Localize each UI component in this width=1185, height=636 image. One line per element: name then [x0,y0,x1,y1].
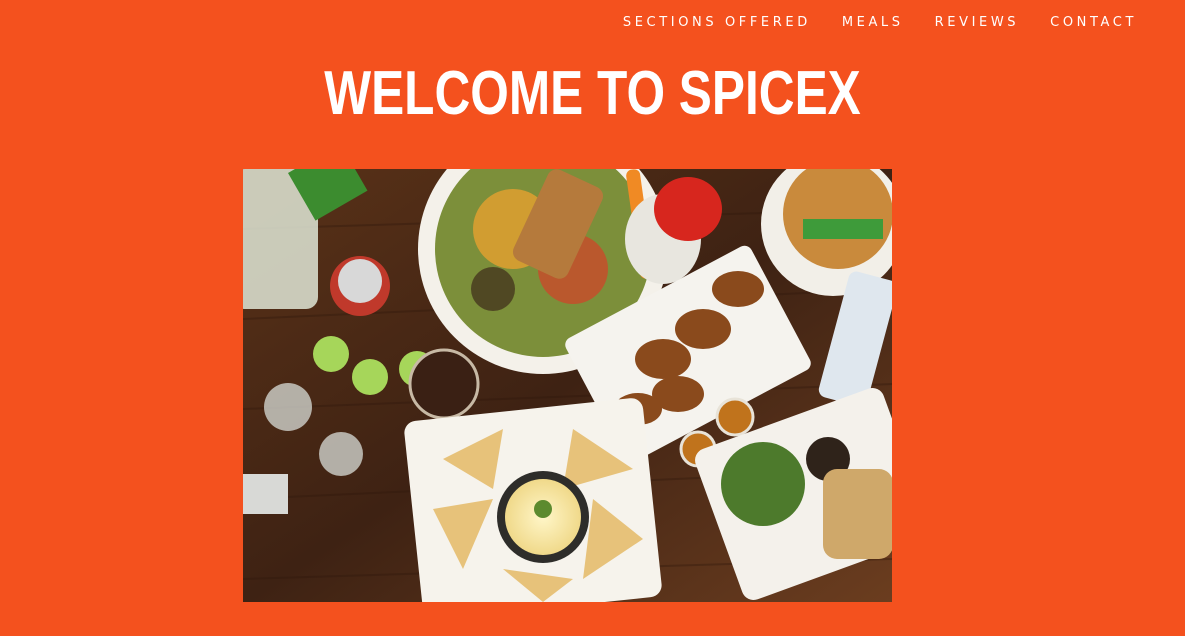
page: SECTIONS OFFERED MEALS REVIEWS CONTACT W… [0,0,1185,636]
page-title: WELCOME TO SPICEX [324,59,861,128]
hero-food-image [243,169,892,602]
nav-contact[interactable]: CONTACT [1050,14,1137,32]
top-nav: SECTIONS OFFERED MEALS REVIEWS CONTACT [623,14,1137,32]
nav-meals[interactable]: MEALS [842,14,904,32]
nav-sections-offered[interactable]: SECTIONS OFFERED [623,14,811,32]
nav-reviews[interactable]: REVIEWS [935,14,1020,32]
